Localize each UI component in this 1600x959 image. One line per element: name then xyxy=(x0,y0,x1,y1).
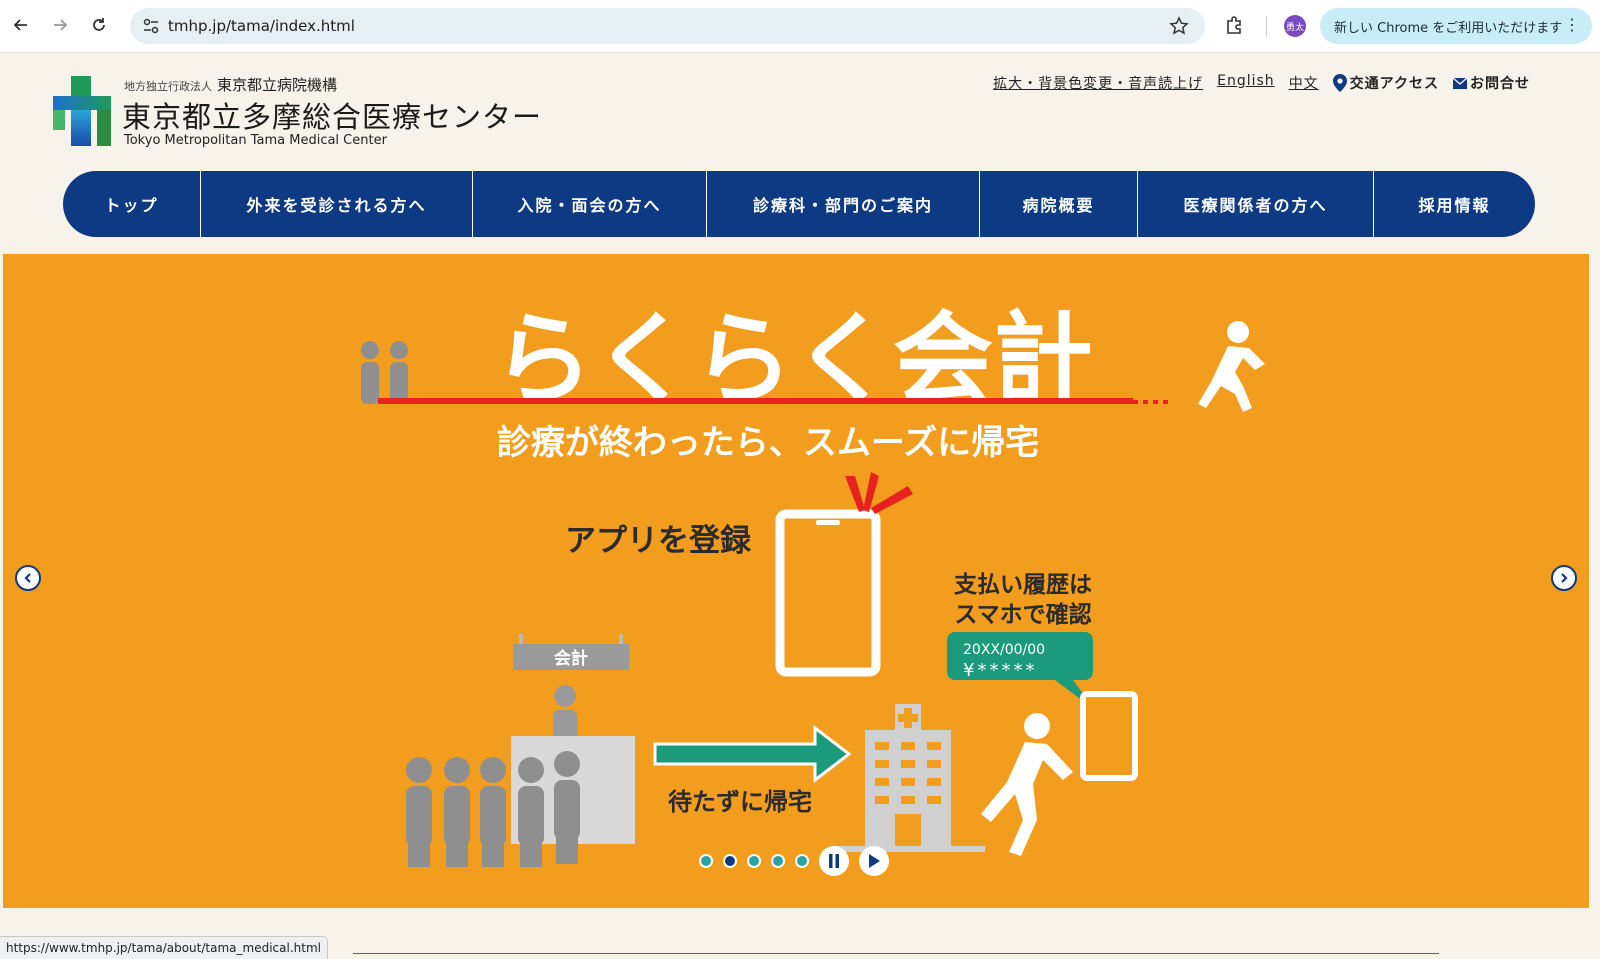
notification-burst-icon xyxy=(845,472,913,514)
walking-person-icon xyxy=(981,713,1073,856)
running-person-icon xyxy=(1198,321,1265,412)
chrome-update-button[interactable]: 新しい Chrome をご利用いただけます ⋮ xyxy=(1320,8,1592,44)
hero-carousel[interactable]: らくらく会計 診療が終わったら、スムーズに帰宅 アプリを登録 支払い履歴は スマ… xyxy=(3,254,1589,908)
bubble-amount: ¥***** xyxy=(963,660,1037,681)
content-divider xyxy=(353,953,1439,954)
hospital-building-icon xyxy=(835,704,985,852)
nav-medical-professionals[interactable]: 医療関係者の方へ xyxy=(1138,171,1374,237)
utility-links: 拡大・背景色変更・音声読上げ English 中文 交通アクセス お問合せ xyxy=(993,73,1530,93)
org-name: 東京都立病院機構 xyxy=(217,76,338,94)
carousel-dot-2[interactable] xyxy=(723,854,737,868)
accessibility-link[interactable]: 拡大・背景色変更・音声読上げ xyxy=(993,73,1203,93)
chrome-update-text: 新しい Chrome をご利用いただけます xyxy=(1334,20,1563,36)
slide-history-line2: スマホで確認 xyxy=(954,601,1091,628)
go-home-arrow-icon xyxy=(653,724,852,784)
cashier-sign-text: 会計 xyxy=(554,648,588,669)
address-bar[interactable]: tmhp.jp/tama/index.html xyxy=(130,8,1205,44)
chevron-left-icon xyxy=(24,573,31,583)
pause-icon xyxy=(829,854,839,868)
carousel-play-button[interactable] xyxy=(859,846,889,876)
hospital-logo[interactable] xyxy=(53,76,111,146)
kebab-menu-icon[interactable]: ⋮ xyxy=(1564,15,1580,34)
smartphone-icon xyxy=(775,509,881,677)
carousel-indicators xyxy=(699,846,889,876)
back-button[interactable] xyxy=(8,12,34,38)
forward-button[interactable] xyxy=(47,12,73,38)
slide-illustration: らくらく会計 診療が終わったら、スムーズに帰宅 アプリを登録 支払い履歴は スマ… xyxy=(361,301,1265,867)
global-nav: トップ 外来を受診される方へ 入院・面会の方へ 診療科・部門のご案内 病院概要 … xyxy=(63,171,1535,237)
access-link-label: 交通アクセス xyxy=(1349,76,1439,92)
slide-register-text: アプリを登録 xyxy=(565,523,752,559)
star-icon[interactable] xyxy=(1169,16,1189,36)
status-bar-url: https://www.tmhp.jp/tama/about/tama_medi… xyxy=(0,936,328,959)
carousel-dot-4[interactable] xyxy=(771,854,785,868)
nav-top[interactable]: トップ xyxy=(63,171,201,237)
map-pin-icon xyxy=(1332,74,1347,92)
chinese-link[interactable]: 中文 xyxy=(1289,73,1319,93)
payment-bubble: 20XX/00/00 ¥***** xyxy=(947,632,1095,710)
site-settings-icon[interactable] xyxy=(142,16,160,36)
mail-icon xyxy=(1453,77,1467,89)
nav-outpatient[interactable]: 外来を受診される方へ xyxy=(201,171,473,237)
carousel-pause-button[interactable] xyxy=(819,846,849,876)
profile-avatar[interactable]: 勇太 xyxy=(1284,15,1306,37)
carousel-dot-5[interactable] xyxy=(795,854,809,868)
back-arrow-icon xyxy=(13,19,27,31)
slide-go-home-text: 待たずに帰宅 xyxy=(668,788,812,816)
access-link[interactable]: 交通アクセス xyxy=(1332,73,1439,93)
site-title[interactable]: 東京都立多摩総合医療センター xyxy=(122,94,542,136)
slide-subhead: 診療が終わったら、スムーズに帰宅 xyxy=(497,423,1039,463)
nav-departments[interactable]: 診療科・部門のご案内 xyxy=(707,171,980,237)
nav-about[interactable]: 病院概要 xyxy=(980,171,1138,237)
nav-recruit[interactable]: 採用情報 xyxy=(1374,171,1535,237)
play-icon xyxy=(869,854,880,868)
site-subtitle: Tokyo Metropolitan Tama Medical Center xyxy=(124,133,387,148)
waiting-people-icon xyxy=(361,341,408,404)
carousel-prev-button[interactable] xyxy=(15,565,41,591)
carousel-dot-3[interactable] xyxy=(747,854,761,868)
nav-inpatient[interactable]: 入院・面会の方へ xyxy=(473,171,707,237)
toolbar-separator xyxy=(1266,16,1267,36)
url-text[interactable]: tmhp.jp/tama/index.html xyxy=(168,17,355,35)
reload-button[interactable] xyxy=(86,12,112,38)
carousel-next-button[interactable] xyxy=(1551,565,1577,591)
forward-arrow-icon xyxy=(54,19,68,31)
contact-link[interactable]: お問合せ xyxy=(1453,73,1530,93)
reload-icon xyxy=(93,18,105,31)
profile-badge-text: 勇太 xyxy=(1285,22,1304,33)
bubble-date: 20XX/00/00 xyxy=(963,642,1045,658)
browser-toolbar: tmhp.jp/tama/index.html 勇太 新しい Chrome をご… xyxy=(0,0,1600,53)
carousel-dot-1[interactable] xyxy=(699,854,713,868)
org-type: 地方独立行政法人 xyxy=(124,80,212,93)
extensions-icon[interactable] xyxy=(1224,14,1246,36)
english-link[interactable]: English xyxy=(1217,73,1275,93)
contact-link-label: お問合せ xyxy=(1470,76,1530,92)
chevron-right-icon xyxy=(1561,573,1568,583)
org-line: 地方独立行政法人 東京都立病院機構 xyxy=(124,74,337,95)
small-phone-icon xyxy=(1080,691,1138,781)
cashier-sign: 会計 xyxy=(513,634,629,670)
slide-history-line1: 支払い履歴は xyxy=(953,572,1092,598)
